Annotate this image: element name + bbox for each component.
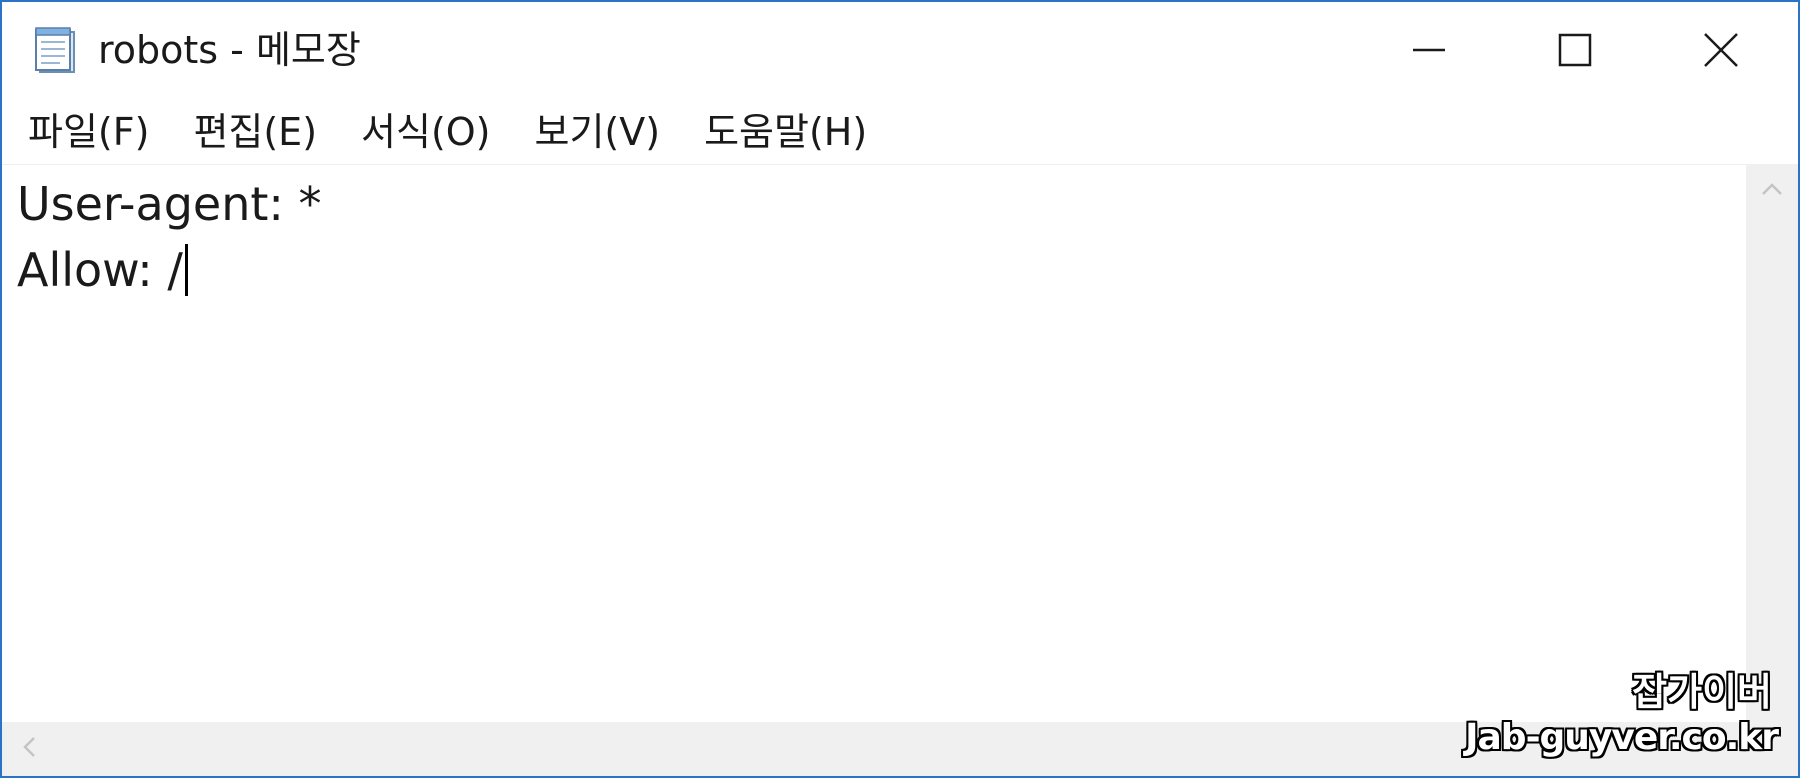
text-line: Allow: / (17, 237, 188, 303)
menu-edit[interactable]: 편집(E) (181, 102, 329, 162)
minimize-button[interactable] (1356, 2, 1502, 98)
window-title: robots - 메모장 (98, 28, 361, 72)
menu-view[interactable]: 보기(V) (523, 102, 673, 162)
menu-help[interactable]: 도움말(H) (692, 102, 879, 162)
menu-format[interactable]: 서식(O) (349, 102, 502, 162)
menu-bar: 파일(F) 편집(E) 서식(O) 보기(V) 도움말(H) (2, 102, 1798, 162)
scroll-up-button[interactable] (1746, 164, 1798, 216)
text-line-content: Allow: / (17, 243, 183, 297)
close-icon (1702, 31, 1740, 69)
text-caret (184, 244, 188, 296)
watermark-url: Jab-guyver.co.kr (1465, 717, 1779, 758)
notepad-window: robots - 메모장 파일(F) 편집(E) 서식(O) 보기(V) 도움말… (0, 0, 1800, 778)
maximize-button[interactable] (1502, 2, 1648, 98)
text-line: User-agent: * (17, 177, 322, 231)
title-bar[interactable]: robots - 메모장 (2, 2, 1798, 98)
chevron-left-icon (22, 736, 36, 762)
close-button[interactable] (1648, 2, 1794, 98)
scroll-left-button[interactable] (2, 722, 56, 776)
watermark-name: 잡가이버 (1632, 670, 1772, 714)
vertical-scrollbar[interactable] (1746, 164, 1798, 722)
minimize-icon (1411, 32, 1447, 68)
text-editor[interactable]: User-agent: * Allow: / (2, 164, 1746, 722)
chevron-up-icon (1761, 181, 1783, 200)
notepad-icon (32, 26, 80, 76)
maximize-icon (1557, 32, 1593, 68)
menu-file[interactable]: 파일(F) (16, 102, 161, 162)
